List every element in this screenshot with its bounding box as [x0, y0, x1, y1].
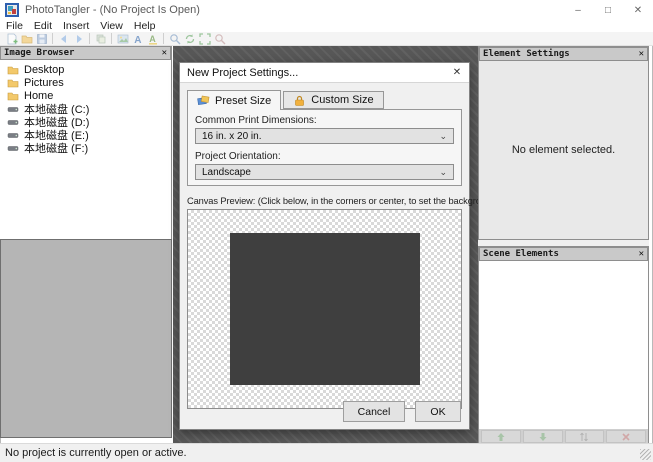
new-project-settings-dialog: New Project Settings... ✕ Preset Size Cu… [179, 62, 470, 430]
common-print-dimensions-label: Common Print Dimensions: [195, 115, 454, 126]
menu-insert[interactable]: Insert [63, 20, 89, 32]
dialog-title: New Project Settings... [187, 67, 298, 79]
chevron-down-icon: ⌄ [439, 132, 447, 140]
menu-view[interactable]: View [100, 20, 123, 32]
minimize-button[interactable]: – [563, 0, 593, 20]
tree-item-drive-f[interactable]: 本地磁盘 (F:) [0, 141, 171, 154]
image-browser-panel: Image Browser ✕ Desktop Pictures Home 本地… [0, 46, 172, 438]
delete-button[interactable] [606, 430, 646, 443]
chevron-down-icon: ⌄ [439, 168, 447, 176]
zoom-in-icon[interactable] [167, 32, 182, 45]
app-logo-icon [5, 3, 19, 17]
tab-preset-size[interactable]: Preset Size [187, 90, 281, 110]
status-message: No project is currently open or active. [5, 447, 187, 459]
toolbar-separator [111, 33, 112, 44]
toolbar-separator [163, 33, 164, 44]
move-up-button[interactable] [481, 430, 521, 443]
element-settings-header: Element Settings ✕ [479, 47, 648, 61]
toolbar-separator [52, 33, 53, 44]
svg-text:A: A [149, 34, 156, 44]
canvas-preview[interactable] [187, 209, 462, 409]
scene-elements-title: Scene Elements [483, 249, 559, 259]
image-preview-pane [0, 239, 172, 438]
tab-custom-size[interactable]: Custom Size [283, 91, 383, 109]
dialog-body: Preset Size Custom Size Common Print Dim… [180, 83, 469, 429]
orientation-value: Landscape [202, 167, 251, 178]
folder-icon [7, 90, 19, 102]
image-browser-title: Image Browser [4, 48, 74, 58]
element-settings-body: No element selected. [479, 61, 648, 239]
element-settings-title: Element Settings [483, 49, 570, 59]
project-orientation-label: Project Orientation: [195, 151, 454, 162]
tree-item-desktop[interactable]: Desktop [0, 63, 171, 76]
status-bar: No project is currently open or active. [0, 443, 653, 462]
toolbar: A A [0, 32, 653, 46]
image-browser-tree: Desktop Pictures Home 本地磁盘 (C:) 本地磁盘 (D:… [0, 60, 171, 235]
print-dimensions-value: 16 in. x 20 in. [202, 131, 261, 142]
back-icon[interactable] [56, 32, 71, 45]
menu-bar: File Edit Insert View Help [0, 20, 653, 32]
scene-elements-toolbar [479, 429, 648, 444]
right-dock: Element Settings ✕ No element selected. … [478, 46, 649, 443]
resize-grip[interactable] [640, 449, 651, 460]
cancel-button[interactable]: Cancel [343, 401, 405, 422]
tab-preset-size-label: Preset Size [215, 95, 271, 107]
open-project-icon[interactable] [19, 32, 34, 45]
title-bar: PhotoTangler - (No Project Is Open) – □ … [0, 0, 653, 20]
drive-icon [7, 129, 19, 141]
new-project-icon[interactable] [4, 32, 19, 45]
scene-elements-close-icon[interactable]: ✕ [639, 249, 644, 259]
print-dimensions-dropdown[interactable]: 16 in. x 20 in. ⌄ [195, 128, 454, 144]
reorder-button[interactable] [565, 430, 605, 443]
maximize-button[interactable]: □ [593, 0, 623, 20]
dialog-title-bar: New Project Settings... ✕ [180, 63, 469, 83]
preset-layers-icon [197, 94, 210, 107]
folder-icon [7, 77, 19, 89]
ok-button[interactable]: OK [415, 401, 461, 422]
duplicate-icon[interactable] [93, 32, 108, 45]
canvas-preview-note: Canvas Preview: (Click below, in the cor… [187, 196, 462, 206]
scene-elements-header: Scene Elements ✕ [479, 247, 648, 261]
scene-elements-panel: Scene Elements ✕ [478, 246, 649, 443]
dialog-button-row: Cancel OK [343, 401, 461, 422]
menu-file[interactable]: File [6, 20, 23, 32]
move-down-button[interactable] [523, 430, 563, 443]
forward-icon[interactable] [71, 32, 86, 45]
image-browser-close-icon[interactable]: ✕ [162, 48, 167, 58]
menu-edit[interactable]: Edit [34, 20, 52, 32]
drive-icon [7, 116, 19, 128]
dialog-close-icon[interactable]: ✕ [445, 67, 469, 78]
tab-custom-size-label: Custom Size [311, 94, 373, 106]
menu-help[interactable]: Help [134, 20, 156, 32]
image-browser-header: Image Browser ✕ [0, 46, 171, 60]
element-settings-close-icon[interactable]: ✕ [639, 49, 644, 59]
fit-to-screen-icon[interactable] [197, 32, 212, 45]
preset-size-tab-content: Common Print Dimensions: 16 in. x 20 in.… [187, 109, 462, 186]
reset-zoom-icon[interactable] [182, 32, 197, 45]
drive-icon [7, 142, 19, 154]
canvas-preview-rectangle[interactable] [230, 233, 420, 385]
no-element-selected-message: No element selected. [512, 144, 615, 156]
add-caption-icon[interactable]: A [145, 32, 160, 45]
zoom-out-icon[interactable] [212, 32, 227, 45]
orientation-dropdown[interactable]: Landscape ⌄ [195, 164, 454, 180]
drive-icon [7, 103, 19, 115]
close-button[interactable]: ✕ [623, 0, 653, 20]
tree-item-pictures[interactable]: Pictures [0, 76, 171, 89]
folder-icon [7, 64, 19, 76]
svg-text:A: A [134, 35, 141, 45]
window-title: PhotoTangler - (No Project Is Open) [25, 4, 200, 16]
add-text-icon[interactable]: A [130, 32, 145, 45]
add-image-icon[interactable] [115, 32, 130, 45]
phototangler-window: PhotoTangler - (No Project Is Open) – □ … [0, 0, 653, 462]
toolbar-separator [89, 33, 90, 44]
padlock-icon [293, 94, 306, 107]
save-project-icon[interactable] [34, 32, 49, 45]
element-settings-panel: Element Settings ✕ No element selected. [478, 46, 649, 240]
dialog-tabs: Preset Size Custom Size [187, 89, 462, 109]
scene-elements-list[interactable] [479, 261, 648, 429]
